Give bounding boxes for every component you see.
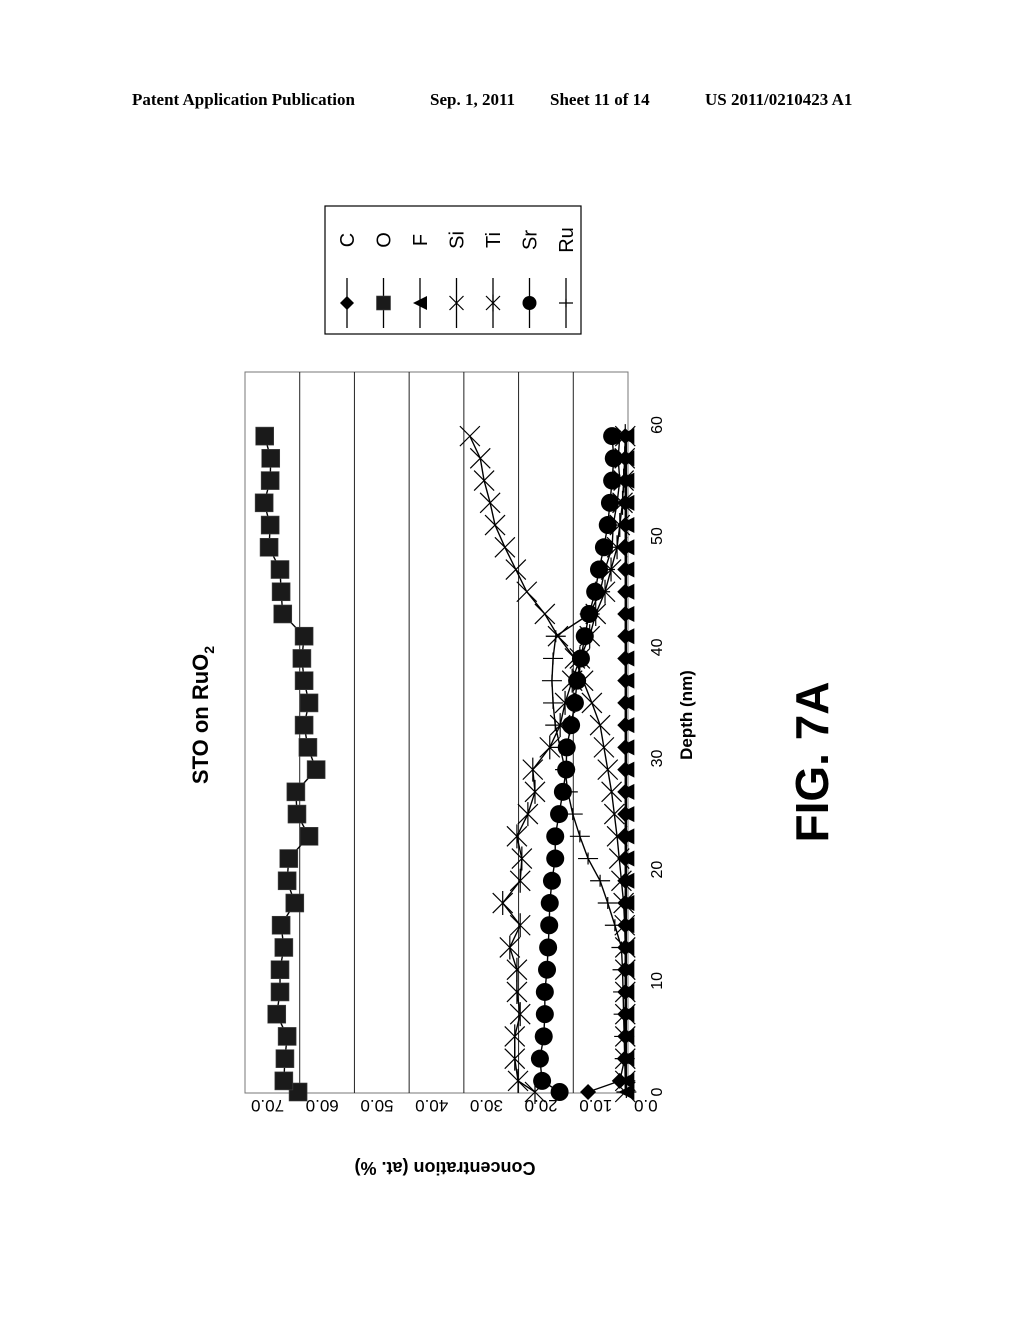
data-point-sr — [534, 1027, 553, 1046]
data-point-sr — [530, 1049, 549, 1068]
data-point-o — [259, 537, 279, 557]
data-point-sr — [538, 960, 557, 979]
data-point-o — [285, 893, 305, 913]
data-point-o — [299, 693, 319, 713]
data-point-o — [294, 671, 314, 690]
data-point-sr — [571, 649, 590, 668]
data-point-o — [274, 1071, 294, 1091]
y-tick-label: 10.0 — [579, 1096, 612, 1115]
y-tick-label: 50.0 — [360, 1096, 393, 1115]
data-point-o — [277, 1027, 297, 1046]
data-point-sr — [540, 894, 559, 913]
data-point-o — [260, 515, 280, 535]
data-point-sr — [535, 1005, 554, 1024]
legend-marker-sr — [522, 296, 537, 310]
data-point-o — [261, 449, 281, 468]
legend-label-c: C — [337, 233, 359, 247]
data-point-o — [294, 626, 314, 646]
data-point-o — [270, 960, 290, 980]
data-point-sr — [540, 916, 559, 935]
data-point-sr — [565, 693, 584, 712]
data-point-sr — [550, 1083, 569, 1101]
data-point-sr — [533, 1071, 552, 1090]
x-tick-label: 60 — [649, 416, 666, 434]
data-point-o — [306, 760, 326, 779]
y-tick-label: 70.0 — [251, 1096, 284, 1115]
x-tick-label: 40 — [649, 638, 666, 656]
figure-label: FIG. 7A — [786, 681, 838, 842]
data-point-o — [299, 827, 319, 846]
data-point-o — [279, 849, 299, 868]
legend-marker-o — [376, 295, 391, 311]
data-point-sr — [539, 938, 558, 957]
legend-label-sr: Sr — [520, 230, 542, 250]
x-tick-label: 20 — [649, 861, 666, 879]
data-point-o — [270, 560, 290, 579]
chart-title-subscript: 2 — [201, 646, 217, 654]
x-tick-label: 50 — [649, 527, 666, 545]
data-point-o — [277, 871, 297, 891]
y-tick-label: 0.0 — [634, 1096, 658, 1115]
data-point-o — [274, 938, 294, 957]
x-tick-label: 0 — [649, 1087, 666, 1096]
data-point-o — [254, 493, 274, 513]
data-point-o — [287, 804, 307, 824]
y-tick-label: 30.0 — [470, 1096, 503, 1115]
data-point-o — [255, 426, 274, 446]
x-tick-label: 10 — [649, 972, 666, 990]
data-point-o — [271, 582, 291, 602]
concentration-tick-labels: 0.010.020.030.040.050.060.070.0 — [251, 1096, 658, 1115]
data-point-sr — [575, 627, 594, 646]
legend-box — [324, 205, 582, 335]
legend-label-o: O — [374, 232, 396, 248]
x-tick-label: 30 — [649, 750, 666, 768]
data-point-sr — [542, 871, 561, 890]
data-point-sr — [535, 982, 554, 1001]
data-point-o — [294, 715, 314, 735]
legend-label-si: Si — [447, 231, 469, 249]
data-point-o — [260, 471, 280, 490]
legend-label-ru: Ru — [556, 227, 578, 253]
y-tick-label: 60.0 — [306, 1096, 339, 1115]
data-point-o — [275, 1049, 295, 1068]
data-point-o — [271, 915, 291, 935]
figure-canvas: STO on RuO2 0.010.020.030.040.050.060.07… — [188, 205, 838, 1178]
data-point-o — [292, 649, 312, 668]
data-point-sr — [546, 849, 565, 868]
x-axis-label: Depth (nm) — [677, 670, 696, 760]
chart-title: STO on RuO2 — [188, 646, 217, 784]
y-axis-label: Concentration (at. %) — [354, 1158, 535, 1178]
data-point-o — [273, 604, 293, 624]
data-point-o — [286, 782, 306, 802]
data-point-sr — [568, 671, 587, 690]
data-point-o — [267, 1004, 287, 1024]
data-point-o — [270, 982, 290, 1002]
legend-label-ti: Ti — [483, 232, 505, 248]
legend-label-f: F — [410, 234, 432, 246]
depth-tick-labels: 0 10 20 30 40 50 60 — [649, 416, 666, 1096]
data-point-sr — [546, 827, 565, 846]
data-point-o — [298, 738, 318, 757]
y-tick-label: 40.0 — [415, 1096, 448, 1115]
